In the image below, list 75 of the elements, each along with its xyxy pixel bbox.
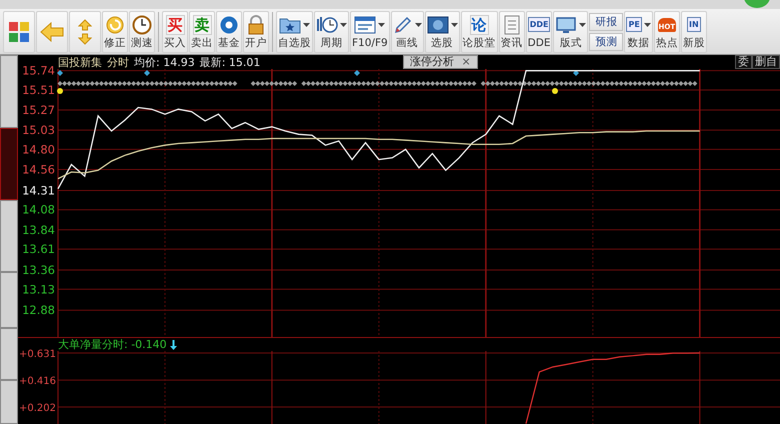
screen-icon xyxy=(555,16,578,34)
toolbar-button[interactable]: IN 新股 xyxy=(680,10,707,52)
chart-mode: 分时 xyxy=(107,54,129,70)
document-icon xyxy=(502,14,521,34)
pencil-icon xyxy=(392,14,413,34)
refresh-icon xyxy=(105,14,125,34)
toolbar-button[interactable]: 开户 xyxy=(243,10,269,52)
axis-label: 15.03 xyxy=(22,123,55,138)
axis-label: +0.416 xyxy=(18,376,56,388)
glyph-icon: 论 xyxy=(470,14,489,34)
sub-chart-title: 大单净量分时: -0.140 xyxy=(58,337,167,352)
axis-label: 14.31 xyxy=(22,183,55,198)
axis-label: 15.51 xyxy=(22,82,55,97)
padlock-icon xyxy=(247,14,265,34)
up-arrow-icon xyxy=(78,18,92,30)
toolbar-button[interactable]: 研报 xyxy=(589,12,624,30)
toolbar-button[interactable]: F10/F9 xyxy=(350,10,390,52)
axis-label: 15.27 xyxy=(22,103,55,118)
axis-label: 14.56 xyxy=(22,162,55,176)
glyph-icon: 卖 xyxy=(192,14,212,34)
toolbar-button[interactable]: 资讯 xyxy=(498,10,525,52)
axis-label: 12.88 xyxy=(22,303,55,318)
tag-icon: PE xyxy=(626,17,642,32)
side-tab[interactable] xyxy=(0,328,18,380)
tag-icon: DDE xyxy=(528,17,550,32)
toolbar-button[interactable]: 版式 xyxy=(553,10,588,52)
axis-label: +0.202 xyxy=(18,403,56,414)
analysis-tab[interactable]: 涨停分析 × xyxy=(403,55,478,69)
toolbar-button[interactable]: 买 买入 xyxy=(162,10,188,52)
toolbar-button[interactable]: 论 论股堂 xyxy=(460,10,498,52)
axis-label: 13.13 xyxy=(22,282,55,296)
toolbar-button[interactable]: 预测 xyxy=(589,32,624,50)
toolbar-button[interactable] xyxy=(69,10,101,52)
toolbar-button[interactable]: DDE DDE xyxy=(526,10,552,52)
monitor-icon xyxy=(426,16,449,34)
clock-icon xyxy=(132,14,152,34)
toolbar-button[interactable]: 自选股 xyxy=(276,10,313,52)
panel-button[interactable]: 委 xyxy=(735,55,752,69)
axis-label: 15.74 xyxy=(22,64,55,78)
toolbar-button[interactable]: 选股 xyxy=(424,10,460,52)
toolbar-button[interactable] xyxy=(3,10,35,52)
axis-label: 13.61 xyxy=(22,242,55,256)
side-tab[interactable] xyxy=(0,380,18,424)
disc-icon xyxy=(219,14,239,34)
toolbar-button[interactable]: 测速 xyxy=(129,10,155,52)
axis-label: 13.84 xyxy=(22,222,55,237)
axis-label: +0.631 xyxy=(18,349,56,360)
window-icon xyxy=(354,16,376,34)
average-price: 均价: 14.93 xyxy=(134,54,195,70)
side-tab[interactable] xyxy=(0,128,18,200)
toolbar-button[interactable]: 基金 xyxy=(216,10,242,52)
axis-label: 14.08 xyxy=(22,202,55,217)
axis-label: 13.36 xyxy=(22,263,55,277)
toolbar-button[interactable] xyxy=(36,10,68,52)
toolbar-button[interactable]: 卖 卖出 xyxy=(189,10,215,52)
star-folder-icon xyxy=(279,16,301,34)
side-tab[interactable] xyxy=(0,272,18,328)
axis-label: 14.80 xyxy=(22,142,55,156)
down-arrow-icon xyxy=(170,340,177,350)
clock-bars-icon xyxy=(316,14,338,34)
back-arrow-icon xyxy=(40,22,64,42)
toolbar-button[interactable]: 画线 xyxy=(390,10,424,52)
toolbar-button[interactable]: PE 数据 xyxy=(624,10,653,52)
side-tab[interactable] xyxy=(0,200,18,272)
stock-name: 国投新集 xyxy=(58,54,102,70)
panel-button[interactable]: 删自 xyxy=(752,55,780,69)
close-icon[interactable]: × xyxy=(462,55,471,68)
color-tiles-icon xyxy=(8,20,30,42)
tag-icon: IN xyxy=(686,17,701,32)
down-arrow-icon xyxy=(78,32,92,44)
toolbar-button[interactable]: 修正 xyxy=(102,10,128,52)
glyph-icon: 买 xyxy=(166,14,184,34)
side-tab[interactable] xyxy=(0,55,18,128)
latest-price: 最新: 15.01 xyxy=(200,54,260,70)
toolbar-button[interactable]: 周期 xyxy=(314,10,349,52)
